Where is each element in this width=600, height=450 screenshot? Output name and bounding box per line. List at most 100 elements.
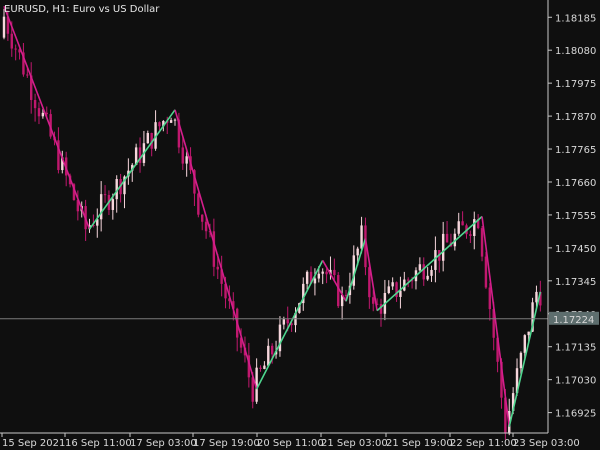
candle-body [441, 233, 445, 261]
candle-body [282, 319, 286, 325]
chart-title: EURUSD, H1: Euro vs US Dollar [4, 4, 160, 15]
candle-body [387, 286, 390, 294]
zigzag-indicator [3, 5, 542, 427]
candle-body [527, 331, 530, 336]
candle-body [2, 16, 6, 38]
price-tick-label: 1.17450 [555, 244, 596, 255]
time-tick-label: 20 Sep 11:00 [257, 438, 324, 449]
candle-body [360, 225, 363, 249]
candle-body [422, 264, 425, 280]
candle-body [267, 345, 270, 366]
zigzag-segment [255, 260, 324, 390]
candle-body [469, 234, 472, 236]
candle-body [406, 279, 410, 281]
price-tick-label: 1.16925 [555, 409, 596, 420]
candle-body [457, 221, 460, 234]
candle-body [111, 199, 115, 210]
candle-body [201, 214, 204, 222]
candle-body [484, 256, 488, 288]
candle-body [430, 269, 433, 276]
candle-body [263, 365, 266, 369]
candle-body [278, 324, 282, 352]
zigzag-segment [174, 109, 258, 390]
time-tick-label: 21 Sep 19:00 [386, 438, 453, 449]
candle-body [356, 248, 359, 256]
time-tick-label: 22 Sep 11:00 [450, 438, 517, 449]
candle-body [41, 112, 45, 117]
candle-body [535, 291, 538, 303]
time-tick-label: 21 Sep 03:00 [321, 438, 388, 449]
time-tick-label: 16 Sep 11:00 [65, 438, 132, 449]
zigzag-segment [3, 5, 91, 230]
time-tick-label: 23 Sep 03:00 [513, 438, 580, 449]
zigzag-segment [345, 238, 367, 302]
candle-body [333, 269, 336, 276]
price-tick-label: 1.17660 [555, 178, 596, 189]
chart-window[interactable]: 1.18185 1.18080 1.17975 1.17870 1.17765 1.176… [0, 0, 600, 450]
candle-body [372, 297, 375, 304]
price-tick-label: 1.17555 [555, 211, 596, 222]
candle-body [26, 74, 29, 76]
candle-body [313, 278, 317, 284]
candle-body [317, 273, 321, 279]
candles-layer [2, 8, 542, 440]
candle-body [270, 345, 274, 355]
candle-body [305, 271, 309, 284]
candle-body [185, 156, 188, 164]
zigzag-segment [481, 216, 511, 427]
price-axis: 1.18185 1.18080 1.17975 1.17870 1.17765 1.176… [548, 13, 596, 420]
candle-body [426, 275, 429, 280]
candle-body [14, 48, 17, 50]
time-tick-label: 17 Sep 03:00 [130, 438, 197, 449]
zigzag-segment [508, 291, 542, 427]
candle-body [523, 335, 526, 353]
time-tick-label: 17 Sep 19:00 [193, 438, 260, 449]
price-tick-label: 1.17135 [555, 343, 596, 354]
candle-body [169, 120, 173, 123]
candle-body [391, 282, 394, 287]
candle-body [158, 122, 161, 127]
candle-body [473, 219, 476, 236]
zigzag-segment [88, 109, 176, 230]
candle-body [33, 99, 37, 109]
timeframe-label: H1 [52, 4, 66, 15]
candle-body [197, 193, 200, 215]
candle-body [321, 271, 324, 274]
time-axis: 15 Sep 2021 16 Sep 11:0017 Sep 03:0017 Se… [1, 433, 580, 449]
candle-body [181, 147, 184, 164]
candle-body [286, 319, 289, 324]
candle-body [325, 271, 328, 275]
price-tick-label: 1.17030 [555, 376, 596, 387]
price-tick-label: 1.17765 [555, 145, 596, 156]
candle-body [37, 108, 41, 117]
current-price-badge: 1.17224 [549, 311, 599, 326]
candle-body [344, 294, 348, 296]
current-price-label: 1.17224 [553, 315, 594, 326]
price-tick-label: 1.17975 [555, 79, 596, 90]
candle-body [146, 133, 150, 144]
candle-body [173, 119, 177, 121]
candle-body [212, 231, 216, 267]
candle-body [99, 194, 103, 220]
symbol-description: Euro vs US Dollar [73, 4, 161, 15]
candle-body [216, 266, 219, 270]
candle-body [445, 233, 449, 243]
candle-body [204, 221, 208, 232]
candle-body [418, 264, 422, 271]
candlestick-chart[interactable]: 1.18185 1.18080 1.17975 1.17870 1.17765 1.176… [0, 0, 600, 450]
time-tick-label: 15 Sep 2021 [2, 438, 65, 449]
price-tick-label: 1.18080 [555, 46, 596, 57]
candle-body [259, 367, 262, 369]
candle-body [480, 228, 484, 257]
candle-body [461, 221, 464, 226]
candle-body [10, 33, 13, 49]
zigzag-segment [376, 215, 483, 312]
price-tick-label: 1.17870 [555, 112, 596, 123]
zigzag-segment [364, 238, 378, 311]
candle-body [488, 287, 492, 310]
candle-body [103, 194, 107, 196]
symbol-label: EURUSD [4, 4, 46, 15]
price-tick-label: 1.17345 [555, 277, 596, 288]
price-tick-label: 1.18185 [555, 13, 596, 24]
candle-body [519, 352, 523, 369]
